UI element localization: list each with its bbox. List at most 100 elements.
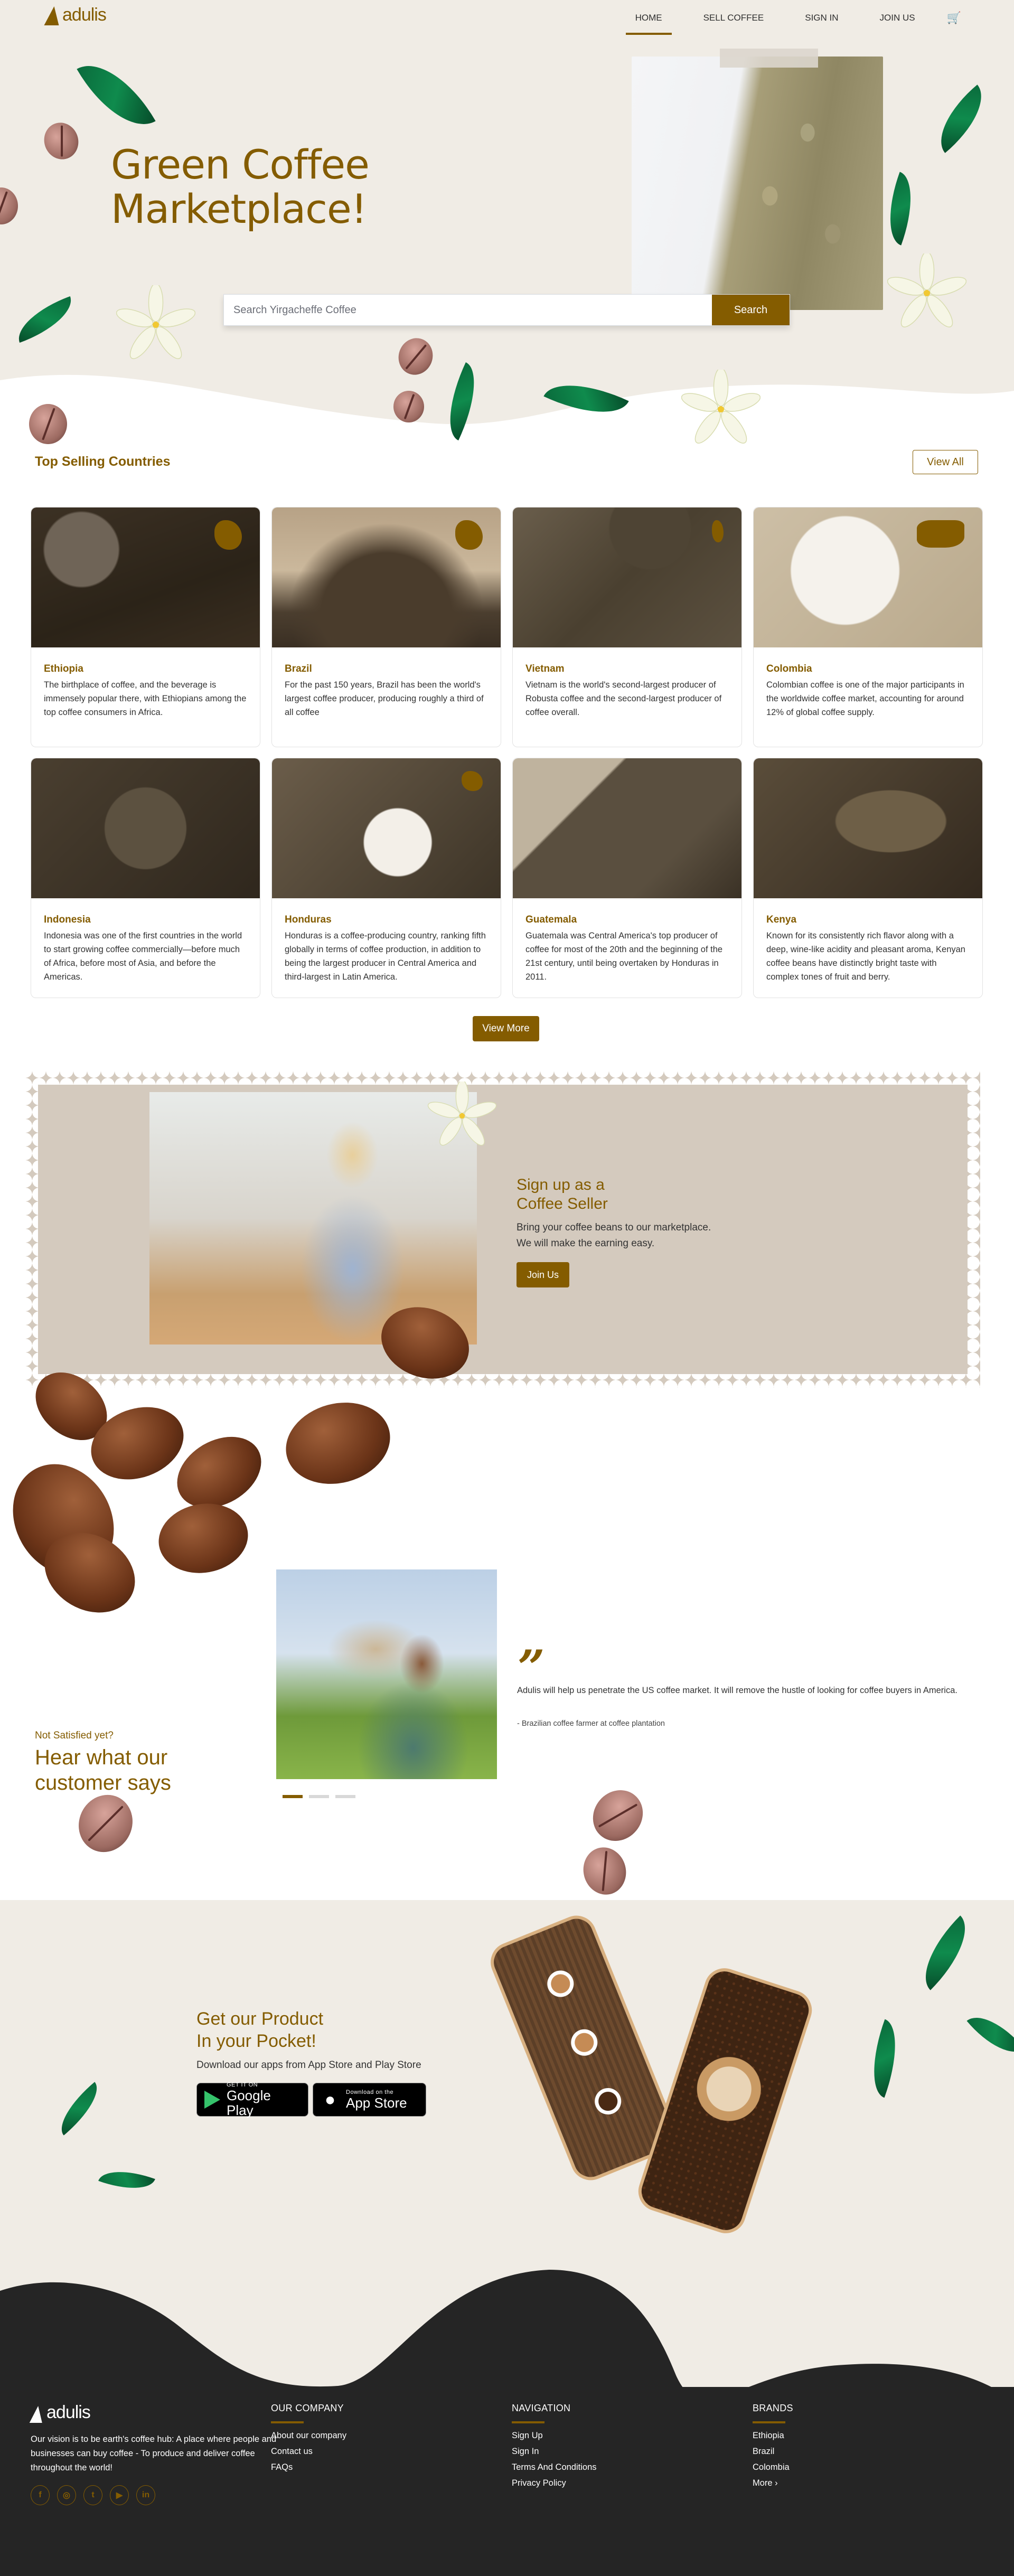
footer-col-title: BRANDS [753, 2403, 793, 2413]
footer-link-colombia[interactable]: Colombia [753, 2459, 793, 2475]
roasted-bean-icon [276, 1391, 400, 1496]
country-card-honduras[interactable]: Honduras Honduras is a coffee-producing c… [271, 758, 501, 998]
leaf-icon [859, 2019, 910, 2098]
footer-col-underline [512, 2421, 544, 2423]
apple-icon: ● [324, 2089, 336, 2110]
app-store-big-label: App Store [346, 2095, 407, 2111]
seller-title-line1: Sign up as a [517, 1176, 605, 1193]
app-copy: Get our Product In your Pocket! Download… [196, 2008, 426, 2118]
hero-title: Green Coffee Marketplace! [111, 143, 370, 232]
footer-link-privacy[interactable]: Privacy Policy [512, 2475, 597, 2491]
logo[interactable]: adulis [44, 4, 107, 25]
country-image [754, 507, 982, 647]
footer-col-underline [753, 2421, 785, 2423]
app-title-line1: Get our Product [196, 2009, 324, 2029]
join-us-button[interactable]: Join Us [517, 1262, 569, 1287]
footer-link-sign-up[interactable]: Sign Up [512, 2428, 597, 2443]
instagram-icon[interactable]: ◎ [57, 2485, 76, 2505]
country-card-vietnam[interactable]: Vietnam Vietnam is the world's second-lar… [512, 507, 742, 747]
country-card-guatemala[interactable]: Guatemala Guatemala was Central America's… [512, 758, 742, 998]
testimonials-title-line2: customer says [35, 1771, 171, 1794]
footer-col-title: OUR COMPANY [271, 2403, 344, 2413]
espresso-cup-icon [567, 2025, 602, 2060]
nav-sell-coffee[interactable]: SELL COFFEE [694, 11, 774, 25]
country-name: Kenya [766, 914, 797, 925]
country-description: For the past 150 years, Brazil has been … [285, 680, 484, 717]
app-text: Download our apps from App Store and Pla… [196, 2060, 421, 2071]
coffee-bean-icon [39, 118, 84, 164]
country-name: Colombia [766, 663, 812, 674]
country-card-indonesia[interactable]: Indonesia Indonesia was one of the first … [31, 758, 260, 998]
country-description: Colombian coffee is one of the major par… [766, 680, 964, 717]
carousel-dot-3[interactable] [335, 1795, 355, 1798]
country-description: Vietnam is the world's second-largest pr… [525, 680, 722, 717]
coffee-bean-icon [69, 1786, 142, 1861]
main-nav: HOME SELL COFFEE SIGN IN JOIN US 🛒 [625, 11, 961, 35]
coffee-flower-icon [116, 285, 195, 359]
mobile-app-section: Get our Product In your Pocket! Download… [0, 1900, 1014, 2259]
brazil-map-icon [455, 520, 483, 550]
footer-link-more[interactable]: More › [753, 2475, 793, 2491]
nav-sign-in[interactable]: SIGN IN [795, 11, 848, 25]
footer-link-contact[interactable]: Contact us [271, 2443, 346, 2459]
leaf-icon [908, 1915, 983, 1990]
coffee-bean-icon [583, 1780, 653, 1851]
seller-text-line1: Bring your coffee beans to our marketpla… [517, 1222, 711, 1233]
roasted-bean-icon [153, 1497, 253, 1580]
testimonial-author: - Brazilian coffee farmer at coffee plan… [517, 1719, 665, 1728]
view-more-button[interactable]: View More [473, 1016, 539, 1041]
testimonial-quote: Adulis will help us penetrate the US cof… [517, 1686, 957, 1695]
quote-icon: ” [518, 1640, 545, 1696]
footer-link-about[interactable]: About our company [271, 2428, 346, 2443]
facebook-icon[interactable]: f [31, 2485, 50, 2505]
ethiopia-map-icon [214, 520, 242, 550]
search-bar: Search [223, 294, 790, 326]
cart-icon[interactable]: 🛒 [947, 11, 961, 25]
footer-logo[interactable]: adulis [29, 2402, 91, 2423]
country-name: Ethiopia [44, 663, 83, 674]
country-image [754, 758, 982, 898]
footer-link-terms[interactable]: Terms And Conditions [512, 2459, 597, 2475]
footer-link-ethiopia[interactable]: Ethiopia [753, 2428, 793, 2443]
footer-col-navigation: NAVIGATION Sign Up Sign In Terms And Con… [512, 2403, 597, 2491]
search-button[interactable]: Search [712, 295, 790, 325]
linkedin-icon[interactable]: in [136, 2485, 155, 2505]
honduras-map-icon [462, 771, 483, 791]
leaf-icon [98, 2161, 155, 2199]
carousel-dot-1[interactable] [283, 1795, 303, 1798]
seller-text: Bring your coffee beans to our marketpla… [517, 1220, 711, 1252]
leaf-icon [11, 296, 79, 343]
footer-col-title: NAVIGATION [512, 2403, 571, 2413]
coffee-flower-icon [887, 253, 966, 327]
country-name: Vietnam [525, 663, 565, 674]
seller-signup-section: Sign up as a Coffee Seller Bring your co… [0, 1071, 1014, 1398]
youtube-icon[interactable]: ▶ [110, 2485, 129, 2505]
hero-title-line2: Marketplace! [111, 185, 367, 232]
view-all-button[interactable]: View All [913, 450, 978, 474]
country-card-ethiopia[interactable]: Ethiopia The birthplace of coffee, and th… [31, 507, 260, 747]
country-name: Indonesia [44, 914, 91, 925]
nav-home[interactable]: HOME [625, 11, 672, 35]
nav-join-us[interactable]: JOIN US [870, 11, 925, 25]
social-links: f ◎ t ▶ in [31, 2485, 155, 2505]
footer-col-company: OUR COMPANY About our company Contact us… [271, 2403, 346, 2475]
country-card-kenya[interactable]: Kenya Known for its consistently rich fla… [753, 758, 983, 998]
country-image [31, 507, 260, 647]
footer-link-faqs[interactable]: FAQs [271, 2459, 346, 2475]
seller-copy: Sign up as a Coffee Seller Bring your co… [517, 1176, 711, 1287]
carousel-dot-2[interactable] [309, 1795, 329, 1798]
country-card-brazil[interactable]: Brazil For the past 150 years, Brazil has… [271, 507, 501, 747]
footer-logo-text: adulis [46, 2402, 91, 2422]
coffee-bean-icon [393, 391, 424, 422]
twitter-icon[interactable]: t [83, 2485, 102, 2505]
search-input[interactable] [224, 295, 712, 325]
google-play-button[interactable]: GET IT ON Google Play [196, 2082, 308, 2118]
footer-link-brazil[interactable]: Brazil [753, 2443, 793, 2459]
hero-section: Green Coffee Marketplace! Search [0, 0, 1014, 454]
footer-link-sign-in[interactable]: Sign In [512, 2443, 597, 2459]
country-image [513, 507, 741, 647]
leaf-icon [50, 2082, 108, 2136]
country-card-colombia[interactable]: Colombia Colombian coffee is one of the m… [753, 507, 983, 747]
country-image [272, 507, 501, 647]
app-store-button[interactable]: ● Download on the App Store [313, 2083, 426, 2117]
